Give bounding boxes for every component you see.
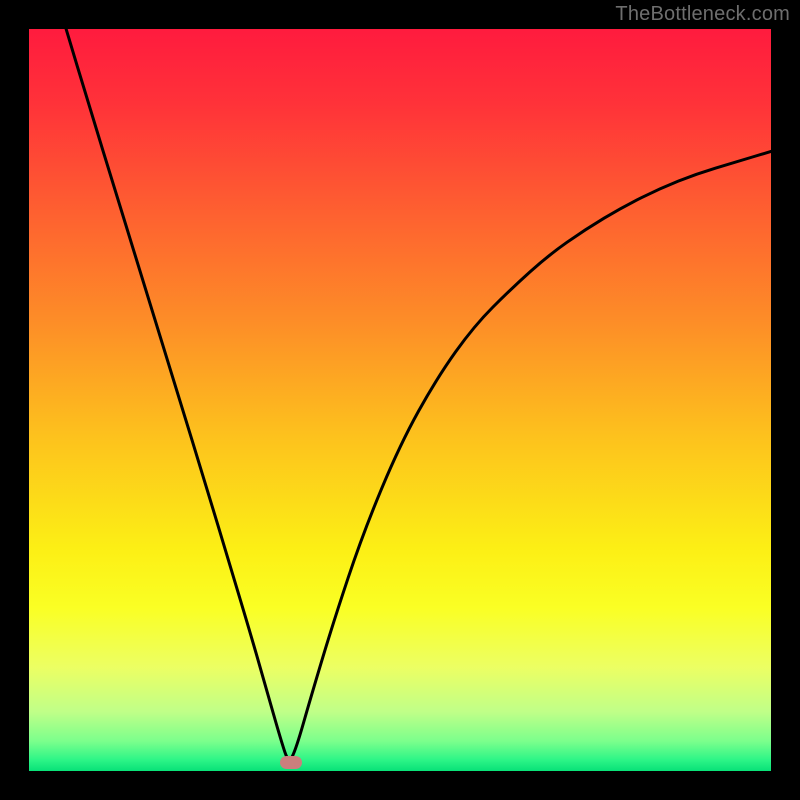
- bottleneck-plot: [29, 29, 771, 771]
- watermark-text: TheBottleneck.com: [615, 3, 790, 26]
- optimum-marker: [280, 756, 302, 769]
- plot-background: [29, 29, 771, 771]
- chart-frame: TheBottleneck.com: [0, 0, 800, 800]
